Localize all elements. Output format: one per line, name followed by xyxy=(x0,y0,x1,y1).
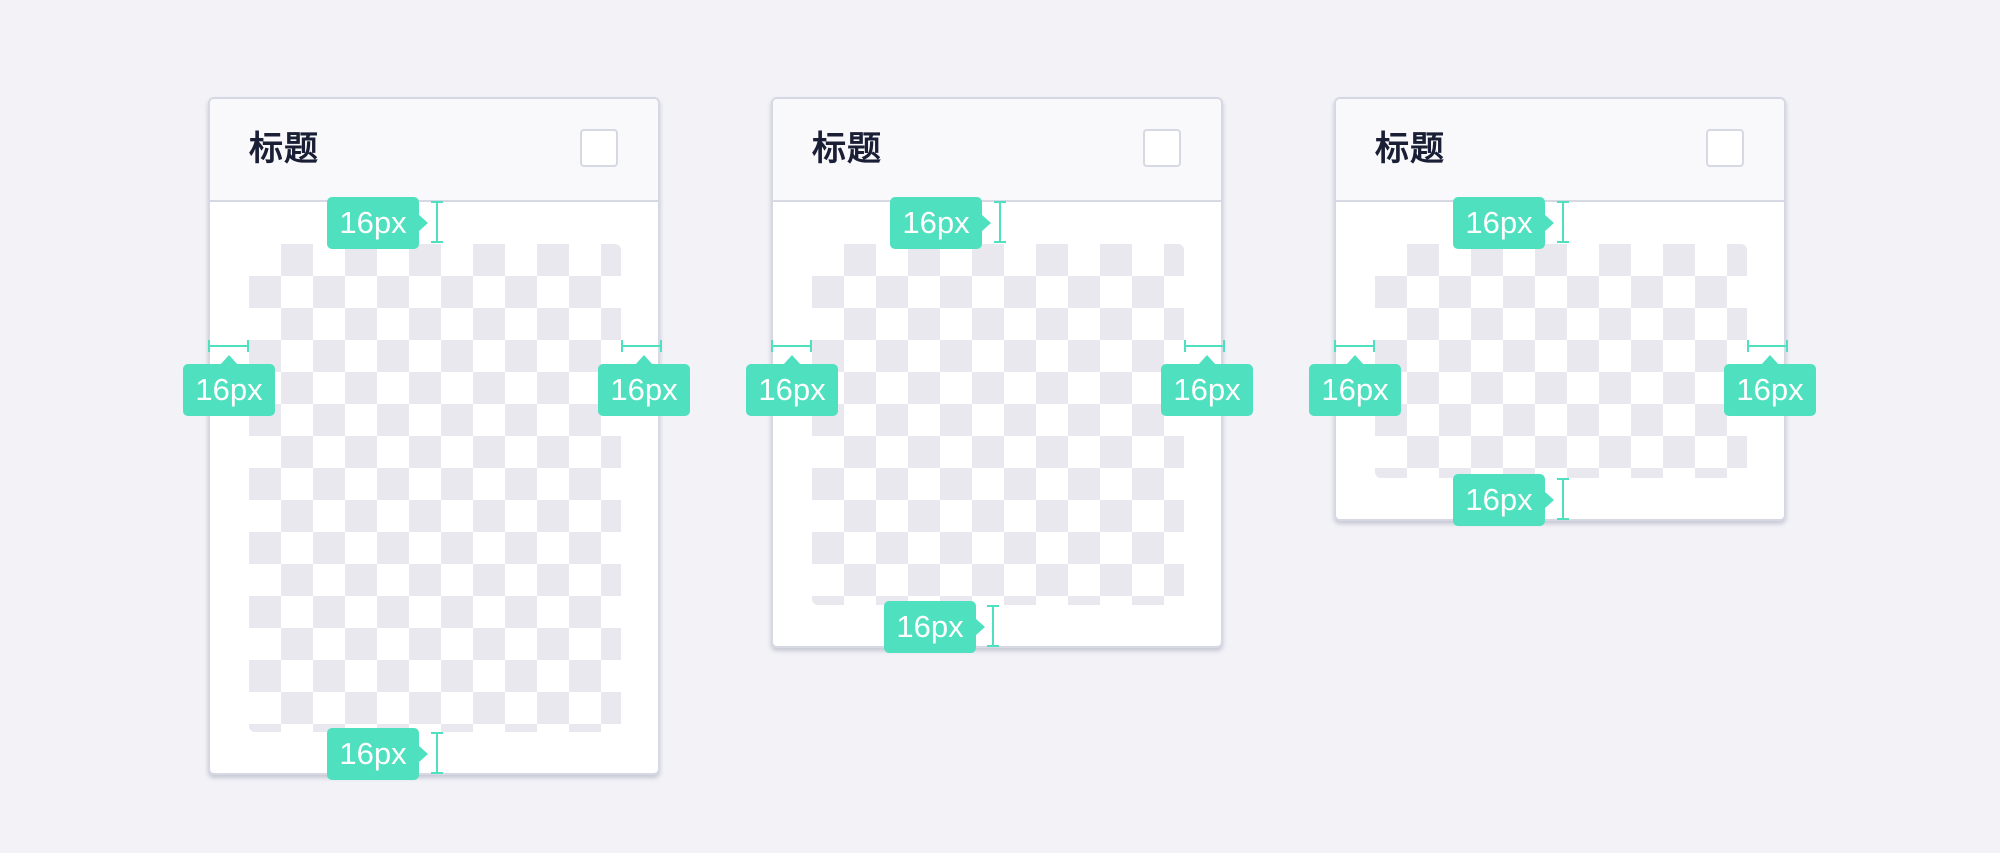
card-title: 标题 xyxy=(1375,129,1445,169)
padding-top-label: 16px xyxy=(327,197,428,249)
card-title: 标题 xyxy=(812,129,882,169)
card-header: 标题 xyxy=(210,99,658,202)
card-header: 标题 xyxy=(773,99,1221,202)
padding-left-label: 16px xyxy=(183,355,275,416)
checkbox[interactable] xyxy=(580,129,618,167)
padding-bottom-marker xyxy=(1557,478,1569,520)
padding-bottom-label: 16px xyxy=(1453,474,1554,526)
padding-top-marker xyxy=(994,201,1006,243)
card-1: 标题 xyxy=(208,97,660,775)
padding-right-marker xyxy=(1184,340,1225,352)
padding-left-marker xyxy=(771,340,812,352)
content-placeholder xyxy=(1375,244,1747,478)
padding-top-label: 16px xyxy=(890,197,991,249)
padding-left-marker xyxy=(1334,340,1375,352)
card-header: 标题 xyxy=(1336,99,1784,202)
padding-left-marker xyxy=(208,340,249,352)
padding-left-label: 16px xyxy=(1309,355,1401,416)
padding-top-label: 16px xyxy=(1453,197,1554,249)
padding-bottom-marker xyxy=(431,732,443,774)
padding-right-label: 16px xyxy=(1161,355,1253,416)
padding-bottom-label: 16px xyxy=(327,728,428,780)
padding-right-label: 16px xyxy=(1724,355,1816,416)
content-placeholder xyxy=(249,244,621,732)
content-placeholder xyxy=(812,244,1184,605)
card-3: 标题 xyxy=(1334,97,1786,521)
padding-bottom-label: 16px xyxy=(884,601,985,653)
card-2: 标题 xyxy=(771,97,1223,648)
padding-bottom-marker xyxy=(987,605,999,647)
padding-left-label: 16px xyxy=(746,355,838,416)
padding-top-marker xyxy=(1557,201,1569,243)
card-title: 标题 xyxy=(249,129,319,169)
checkbox[interactable] xyxy=(1706,129,1744,167)
padding-right-label: 16px xyxy=(598,355,690,416)
padding-right-marker xyxy=(1747,340,1788,352)
padding-right-marker xyxy=(621,340,662,352)
padding-top-marker xyxy=(431,201,443,243)
spacing-diagram: 标题 标题 标题 16px 16px 16px 16px 16px 16px 1… xyxy=(0,0,2000,853)
checkbox[interactable] xyxy=(1143,129,1181,167)
